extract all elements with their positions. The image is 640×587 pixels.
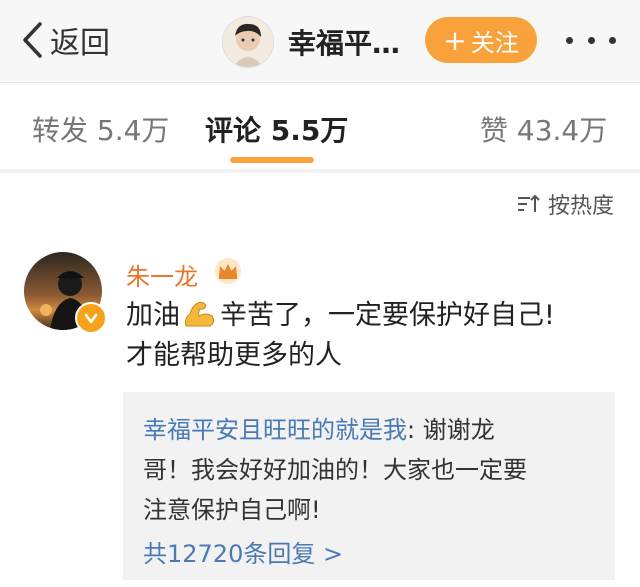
sort-label: 按热度 xyxy=(547,194,614,219)
more-options-button[interactable] xyxy=(566,32,616,48)
avatar[interactable] xyxy=(222,16,274,68)
view-replies-link[interactable]: 共12720条回复 > xyxy=(143,534,343,569)
top-navbar: 返回 幸福平… + 关注 xyxy=(0,0,640,83)
comment-text-part1: 加油 xyxy=(126,300,180,331)
reply-preview[interactable]: 幸福平安且旺旺的就是我: 谢谢龙 哥！我会好好加油的！大家也一定要 注意保护自己… xyxy=(123,392,615,580)
comment-text-part2: 辛苦了，一定要保护好自己! xyxy=(220,300,555,331)
tab-bar: 转发 5.4万 评论 5.5万 赞 43.4万 xyxy=(0,83,640,169)
tab-repost[interactable]: 转发 5.4万 xyxy=(32,109,169,149)
flexed-biceps-icon xyxy=(185,301,215,327)
reply-username[interactable]: 幸福平安且旺旺的就是我 xyxy=(143,416,407,444)
reply-line2: 哥！我会好好加油的！大家也一定要 xyxy=(143,456,527,484)
follow-label: 关注 xyxy=(470,28,519,57)
verified-badge-icon xyxy=(75,302,107,334)
tab-like[interactable]: 赞 43.4万 xyxy=(480,109,607,149)
divider xyxy=(0,169,640,173)
plus-icon: + xyxy=(443,23,467,57)
more-dot-icon xyxy=(587,36,595,44)
comment-author[interactable]: 朱一龙 xyxy=(126,257,198,292)
comment-text: 加油 辛苦了，一定要保护好自己! 才能帮助更多的人 xyxy=(126,296,626,376)
back-label: 返回 xyxy=(50,26,110,61)
reply-line1: : 谢谢龙 xyxy=(407,416,495,444)
active-tab-indicator xyxy=(230,157,314,163)
back-button[interactable]: 返回 xyxy=(20,18,110,62)
sort-button[interactable]: 按热度 xyxy=(516,188,614,220)
crown-icon xyxy=(215,258,241,284)
tab-comment[interactable]: 评论 5.5万 xyxy=(205,109,348,149)
sort-icon xyxy=(517,194,540,212)
reply-text: 幸福平安且旺旺的就是我: 谢谢龙 哥！我会好好加油的！大家也一定要 注意保护自己… xyxy=(143,410,603,530)
reply-line3: 注意保护自己啊! xyxy=(143,496,321,524)
page-title[interactable]: 幸福平… xyxy=(288,22,400,62)
chevron-left-icon xyxy=(23,22,42,58)
follow-button[interactable]: + 关注 xyxy=(425,17,537,63)
more-dot-icon xyxy=(566,36,573,44)
comment-text-line2: 才能帮助更多的人 xyxy=(126,340,342,371)
more-dot-icon xyxy=(609,36,616,44)
